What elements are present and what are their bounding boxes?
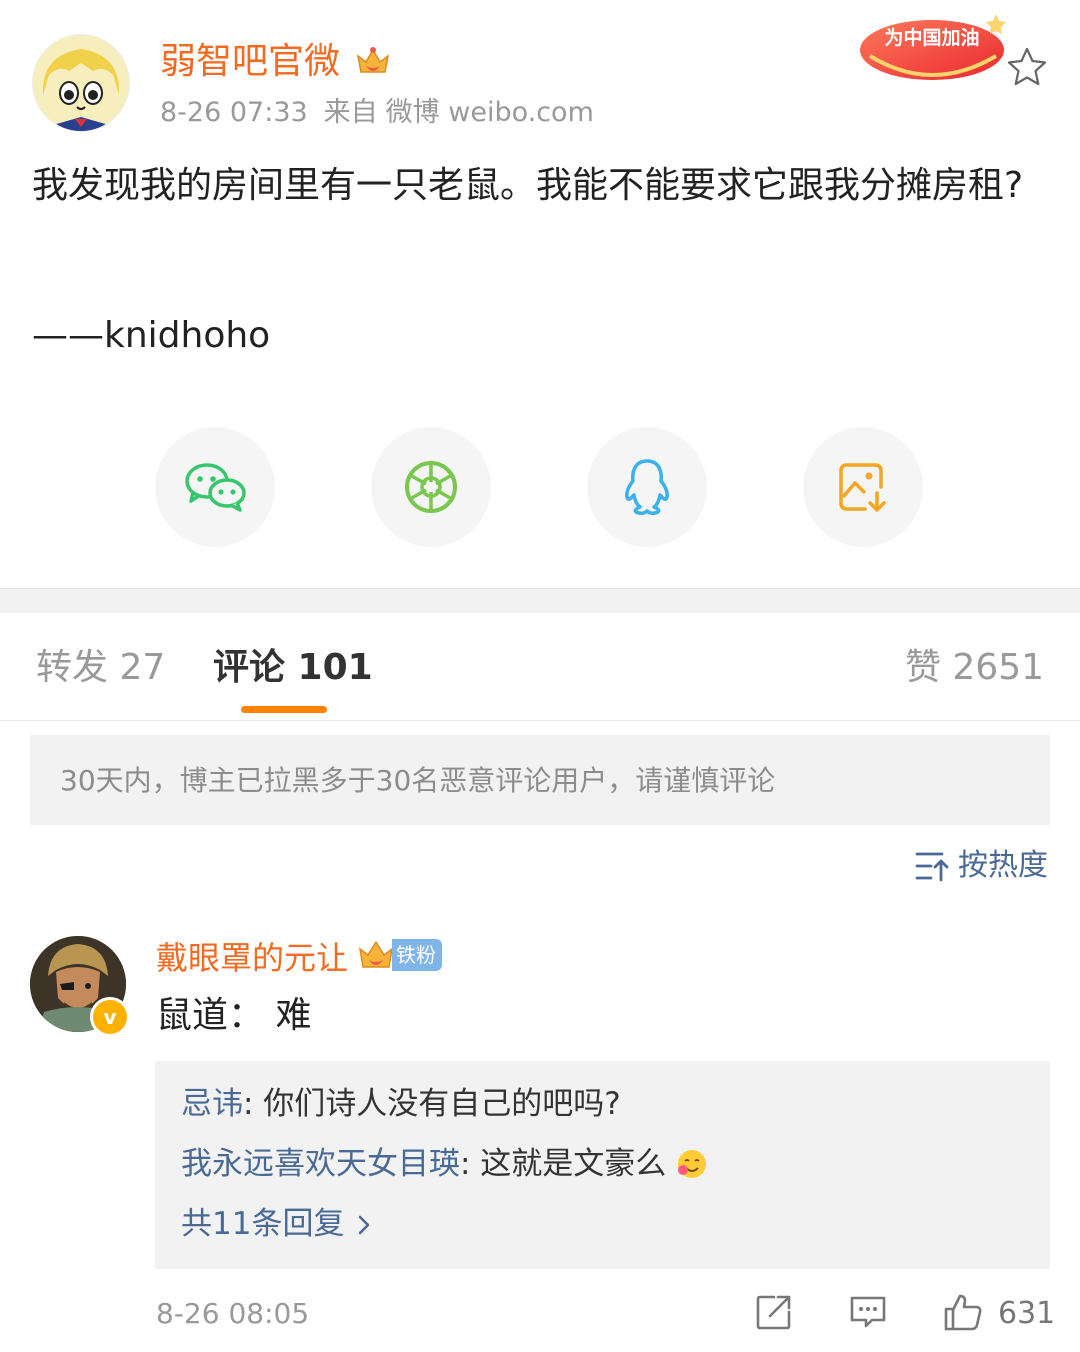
share-wechat-button[interactable] bbox=[155, 427, 275, 547]
post-meta: 8-26 07:33 来自 微博 weibo.com bbox=[160, 96, 610, 130]
source-prefix: 来自 bbox=[323, 97, 378, 128]
save-image-icon bbox=[839, 463, 886, 512]
post-source: 微博 weibo.com bbox=[385, 97, 594, 128]
tabs-divider bbox=[0, 720, 1080, 721]
vip-crown-icon bbox=[354, 42, 392, 80]
thumbs-up-icon bbox=[944, 1294, 982, 1331]
save-image-button[interactable] bbox=[803, 427, 923, 547]
more-replies-link[interactable]: 共11条回复 bbox=[181, 1203, 374, 1245]
verified-badge-icon: v bbox=[90, 997, 130, 1037]
post-time: 8-26 07:33 bbox=[160, 97, 308, 128]
post-signature: ——knidhoho bbox=[32, 315, 271, 356]
moments-icon bbox=[405, 461, 457, 513]
promo-badge-text: 为中国加油 bbox=[884, 26, 979, 49]
like-count: 631 bbox=[998, 1296, 1056, 1331]
active-tab-indicator bbox=[241, 706, 327, 713]
sort-by-hot-button[interactable]: 按热度 bbox=[914, 846, 1048, 886]
section-divider bbox=[0, 588, 1080, 613]
reply-item[interactable]: 忌讳: 你们诗人没有自己的吧吗? bbox=[181, 1083, 621, 1125]
replies-box[interactable]: 忌讳: 你们诗人没有自己的吧吗? 我永远喜欢天女目瑛: 这就是文豪么 共11条回… bbox=[155, 1061, 1050, 1269]
more-replies-label: 共11条回复 bbox=[181, 1206, 355, 1242]
tab-comments[interactable]: 评论 101 bbox=[213, 644, 373, 692]
notice-text: 30天内，博主已拉黑多于30名恶意评论用户，请谨慎评论 bbox=[60, 764, 776, 797]
reply-user[interactable]: 我永远喜欢天女目瑛 bbox=[181, 1146, 460, 1182]
chevron-right-icon bbox=[359, 1215, 370, 1235]
drooling-emoji-icon bbox=[678, 1150, 707, 1178]
reply-text: : 这就是文豪么 bbox=[460, 1146, 667, 1182]
wechat-icon bbox=[185, 463, 246, 512]
tab-reposts[interactable]: 转发 27 bbox=[36, 644, 165, 692]
reply-user[interactable]: 忌讳 bbox=[181, 1086, 243, 1122]
reply-item[interactable]: 我永远喜欢天女目瑛: 这就是文豪么 bbox=[181, 1143, 708, 1185]
sort-label: 按热度 bbox=[958, 848, 1048, 883]
comment-icon bbox=[850, 1296, 886, 1328]
comment-notice: 30天内，博主已拉黑多于30名恶意评论用户，请谨慎评论 bbox=[30, 735, 1050, 825]
comment-text: 鼠道： 难 bbox=[156, 995, 312, 1036]
sort-icon bbox=[915, 852, 949, 882]
qq-icon bbox=[625, 459, 669, 515]
comment-time: 8-26 08:05 bbox=[156, 1297, 310, 1330]
author-name[interactable]: 弱智吧官微 bbox=[160, 38, 340, 86]
commenter-name[interactable]: 戴眼罩的元让 bbox=[156, 936, 348, 980]
like-comment-button[interactable] bbox=[942, 1292, 982, 1332]
fan-badge-label: 铁粉 bbox=[392, 939, 442, 971]
reply-comment-button[interactable] bbox=[848, 1292, 888, 1332]
author-avatar[interactable] bbox=[32, 34, 130, 132]
favorite-star-icon[interactable] bbox=[1004, 44, 1050, 90]
share-qq-button[interactable] bbox=[587, 427, 707, 547]
tab-likes[interactable]: 赞 2651 bbox=[905, 644, 1044, 692]
share-icon bbox=[756, 1295, 791, 1330]
share-moments-button[interactable] bbox=[371, 427, 491, 547]
iron-fan-badge: 铁粉 bbox=[356, 936, 442, 974]
repost-comment-button[interactable] bbox=[754, 1292, 794, 1332]
promo-badge: 为中国加油 bbox=[856, 4, 1016, 86]
reply-text: : 你们诗人没有自己的吧吗? bbox=[243, 1086, 621, 1122]
post-content: 我发现我的房间里有一只老鼠。我能不能要求它跟我分摊房租? bbox=[32, 165, 1024, 206]
crown-icon bbox=[358, 940, 394, 968]
